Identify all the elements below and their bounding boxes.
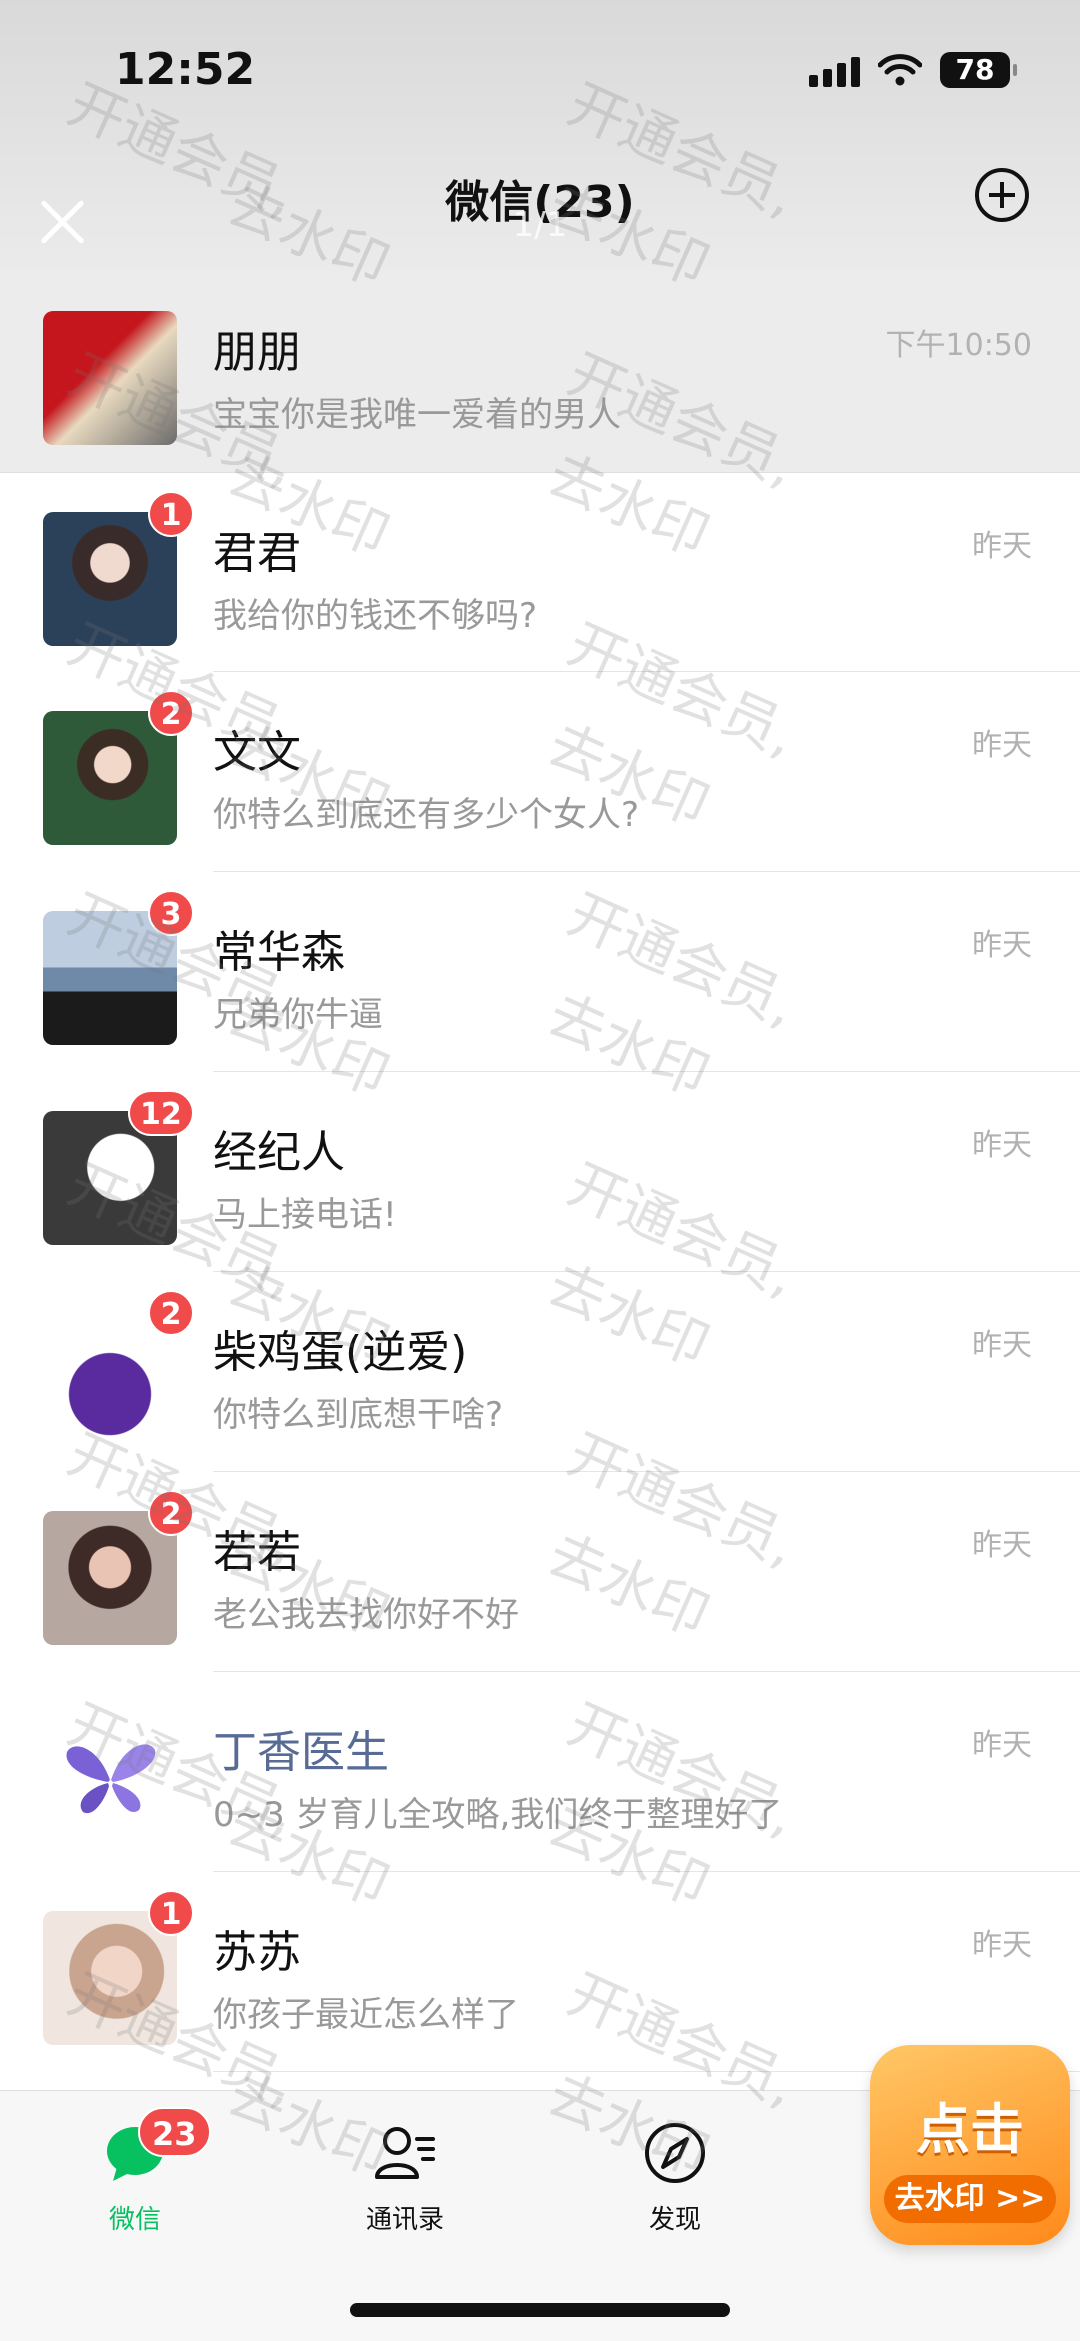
- chat-preview: 老公我去找你好不好: [213, 1595, 519, 1635]
- tab-chats[interactable]: 23 微信: [60, 2107, 211, 2236]
- chat-item[interactable]: 12 经纪人 马上接电话! 昨天: [0, 1072, 1080, 1272]
- unread-badge: 1: [148, 491, 194, 537]
- unread-badge: 2: [148, 1290, 194, 1336]
- chat-name: 文文: [213, 727, 301, 778]
- avatar: [43, 311, 177, 445]
- chat-name: 若若: [213, 1527, 301, 1578]
- chat-preview: 宝宝你是我唯一爱着的男人: [213, 395, 621, 435]
- contacts-icon: [375, 2127, 435, 2179]
- chat-name: 常华森: [213, 927, 345, 978]
- chat-name: 君君: [213, 528, 301, 579]
- chat-time: 昨天: [972, 1128, 1032, 1163]
- chat-time: 昨天: [972, 1928, 1032, 1963]
- unread-badge: 1: [148, 1890, 194, 1936]
- chat-item[interactable]: 1 君君 我给你的钱还不够吗? 昨天: [0, 472, 1080, 672]
- chat-name: 朋朋: [213, 327, 301, 378]
- battery-icon: 78: [940, 52, 1017, 88]
- signal-icon: [809, 53, 860, 87]
- chat-list: 朋朋 宝宝你是我唯一爱着的男人 下午10:50 1 君君 我给你的钱还不够吗? …: [0, 272, 1080, 2072]
- unread-badge: 2: [148, 1490, 194, 1536]
- chat-preview: 你孩子最近怎么样了: [213, 1995, 519, 2035]
- chat-name: 丁香医生: [213, 1727, 389, 1778]
- chat-item[interactable]: 1 苏苏 你孩子最近怎么样了 昨天: [0, 1872, 1080, 2072]
- tab-label: 通讯录: [365, 2205, 444, 2235]
- home-indicator[interactable]: [350, 2303, 730, 2317]
- chat-name: 经纪人: [213, 1127, 345, 1178]
- chat-time: 昨天: [972, 1328, 1032, 1363]
- chat-time: 昨天: [972, 728, 1032, 763]
- unread-badge: 2: [148, 690, 194, 736]
- chat-time: 昨天: [972, 529, 1032, 564]
- chat-item[interactable]: 3 常华森 兄弟你牛逼 昨天: [0, 872, 1080, 1072]
- chat-preview: 兄弟你牛逼: [213, 995, 383, 1035]
- tab-contacts[interactable]: 通讯录: [330, 2121, 480, 2236]
- chat-item[interactable]: 2 若若 老公我去找你好不好 昨天: [0, 1472, 1080, 1672]
- chat-item[interactable]: 丁香医生 0~3 岁育儿全攻略,我们终于整理好了 昨天: [0, 1672, 1080, 1872]
- tab-discover[interactable]: 发现: [600, 2121, 750, 2236]
- compass-icon: [645, 2123, 705, 2183]
- chat-time: 昨天: [972, 928, 1032, 963]
- tab-label: 发现: [648, 2205, 701, 2235]
- add-icon[interactable]: [975, 168, 1029, 222]
- chat-time: 昨天: [972, 1728, 1032, 1763]
- chat-time: 昨天: [972, 1528, 1032, 1563]
- avatar: [43, 1711, 177, 1845]
- chat-name: 柴鸡蛋(逆爱): [213, 1327, 468, 1378]
- status-time: 12:52: [115, 44, 256, 95]
- chat-preview: 你特么到底还有多少个女人?: [213, 795, 640, 835]
- header: 12:52 78 微信(23) 1/1: [0, 0, 1080, 272]
- chat-name: 苏苏: [213, 1927, 301, 1978]
- status-icons: 78: [809, 52, 1017, 88]
- page-indicator: 1/1: [512, 205, 568, 245]
- butterfly-icon: [66, 1744, 156, 1814]
- chat-preview: 马上接电话!: [213, 1195, 397, 1235]
- promo-main-label: 点击: [916, 2098, 1024, 2161]
- tab-badge: 23: [138, 2107, 211, 2157]
- chat-item[interactable]: 2 文文 你特么到底还有多少个女人? 昨天: [0, 672, 1080, 872]
- tab-label: 微信: [108, 2205, 161, 2235]
- remove-watermark-promo[interactable]: 点击 去水印 >>: [870, 2045, 1070, 2245]
- chat-time: 下午10:50: [885, 328, 1032, 363]
- unread-badge: 12: [128, 1090, 194, 1136]
- unread-badge: 3: [148, 890, 194, 936]
- wifi-icon: [878, 54, 922, 86]
- promo-sub-label: 去水印 >>: [884, 2175, 1056, 2223]
- chat-preview: 我给你的钱还不够吗?: [213, 596, 538, 636]
- chat-item[interactable]: 2 柴鸡蛋(逆爱) 你特么到底想干啥? 昨天: [0, 1272, 1080, 1472]
- chat-preview: 0~3 岁育儿全攻略,我们终于整理好了: [213, 1795, 783, 1835]
- chat-item[interactable]: 朋朋 宝宝你是我唯一爱着的男人 下午10:50: [0, 272, 1080, 472]
- chat-preview: 你特么到底想干啥?: [213, 1395, 504, 1435]
